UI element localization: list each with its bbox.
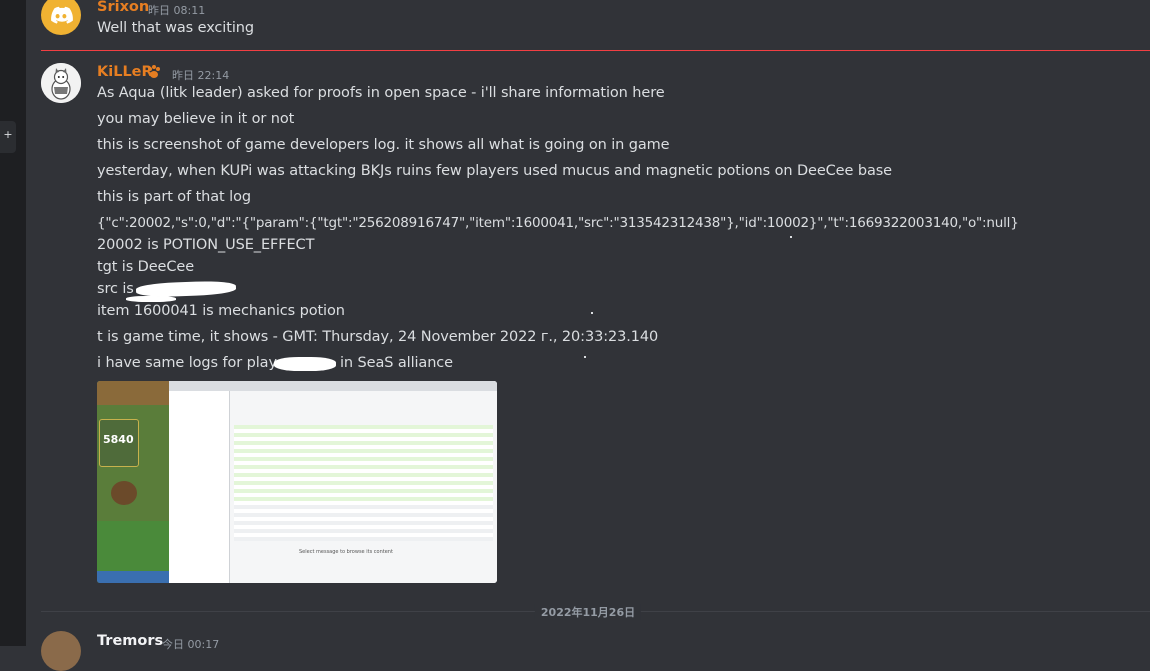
discord-logo-icon — [41, 0, 81, 35]
avatar[interactable] — [41, 0, 81, 35]
username[interactable]: Srixon — [97, 0, 149, 15]
log-line: {"c":20002,"s":0,"d":"{"param":{"tgt":"2… — [97, 215, 1019, 231]
message-text: yesterday, when KUPi was attacking BKJs … — [97, 163, 892, 179]
rail-add-button[interactable]: + — [0, 121, 16, 153]
game-score: 5840 — [103, 433, 134, 446]
attachment-game-view: 5840 — [97, 381, 169, 583]
new-messages-divider — [41, 50, 1150, 51]
message-text: As Aqua (litk leader) asked for proofs i… — [97, 85, 665, 101]
username[interactable]: Tremors — [97, 633, 163, 649]
attachment-devtools-view: Select message to browse its content — [169, 381, 497, 583]
message-text: src is — [97, 281, 134, 297]
stray-dot — [584, 356, 586, 358]
message-text: tgt is DeeCee — [97, 259, 194, 275]
cat-avatar-icon — [41, 63, 81, 103]
message-text: this is part of that log — [97, 189, 251, 205]
message-list: Srixon 昨日 08:11 Well that was exciting K… — [26, 0, 1150, 646]
stray-dot — [790, 236, 792, 238]
timestamp: 昨日 08:11 — [148, 2, 205, 18]
message-text: Well that was exciting — [97, 20, 254, 36]
message-text: item 1600041 is mechanics potion — [97, 303, 345, 319]
server-rail: + — [0, 0, 26, 646]
message-text: you may believe in it or not — [97, 111, 294, 127]
message-text: i have same logs for player — [97, 355, 292, 371]
avatar[interactable] — [41, 631, 81, 671]
redaction-scribble — [274, 357, 336, 371]
message-text: 20002 is POTION_USE_EFFECT — [97, 237, 314, 253]
message-text: this is screenshot of game developers lo… — [97, 137, 669, 153]
message-text: in SeaS alliance — [340, 355, 453, 371]
paw-icon — [145, 63, 163, 81]
avatar[interactable] — [41, 63, 81, 103]
timestamp: 昨日 22:14 — [172, 67, 229, 83]
message-text: t is game time, it shows - GMT: Thursday… — [97, 329, 658, 345]
timestamp: 今日 00:17 — [162, 636, 219, 652]
date-divider-label: 2022年11月26日 — [535, 604, 641, 620]
image-attachment[interactable]: 5840 Select message to browse its conten… — [97, 381, 497, 583]
devtools-footer-text: Select message to browse its content — [299, 549, 393, 555]
stray-dot — [591, 312, 593, 314]
redaction-scribble — [126, 296, 176, 302]
